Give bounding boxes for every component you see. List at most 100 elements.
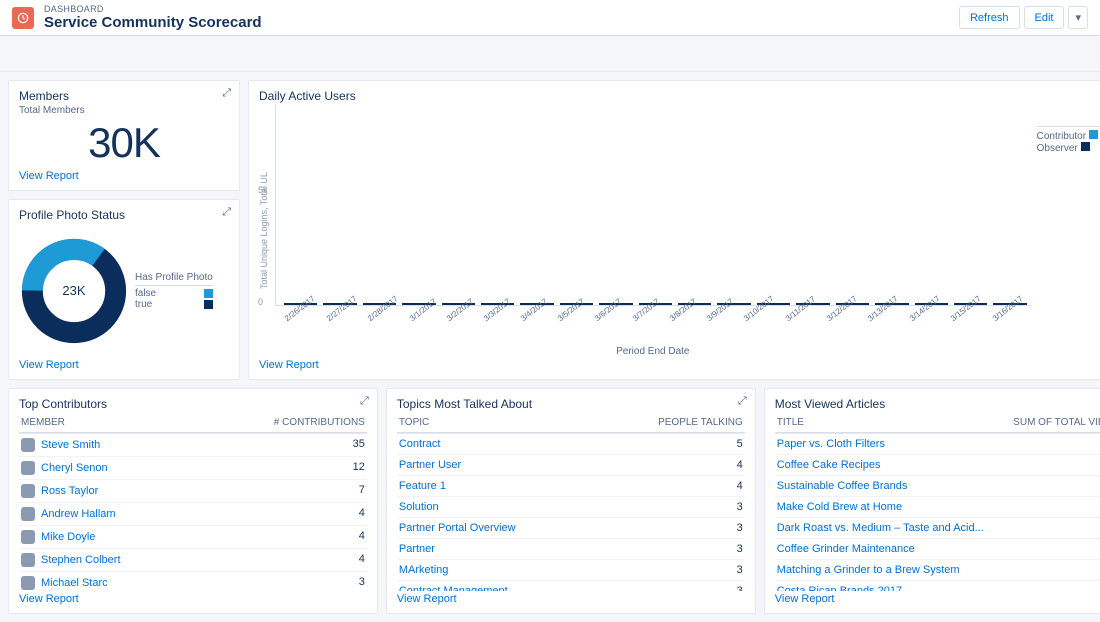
legend-contributor: Contributor <box>1037 131 1086 142</box>
table-row: Partner 3 <box>397 539 745 560</box>
view-report-link[interactable]: View Report <box>19 170 229 182</box>
row-link[interactable]: Dark Roast vs. Medium – Taste and Acid..… <box>777 522 984 534</box>
row-link[interactable]: Steve Smith <box>41 439 100 451</box>
table-row: Stephen Colbert4 <box>19 549 367 572</box>
table-row: Matching a Grinder to a Brew System6 <box>775 560 1100 581</box>
row-link[interactable]: Costa Rican Brands 2017 <box>777 585 902 591</box>
legend-true: true <box>135 299 152 310</box>
row-link[interactable]: Paper vs. Cloth Filters <box>777 438 885 450</box>
view-report-link[interactable]: View Report <box>775 593 1100 605</box>
dau-chart-card: ⤢ Daily Active Users Total Unique Logins… <box>248 80 1100 380</box>
row-link[interactable]: Contract <box>399 438 441 450</box>
view-report-link[interactable]: View Report <box>19 359 229 371</box>
table-row: Solution 3 <box>397 497 745 518</box>
more-actions-button[interactable]: ▾ <box>1068 6 1088 29</box>
table-row: Contract5 <box>397 434 745 455</box>
donut-chart: 23K <box>19 236 129 346</box>
avatar <box>21 438 35 452</box>
row-link[interactable]: Sustainable Coffee Brands <box>777 480 908 492</box>
view-report-link[interactable]: View Report <box>19 593 367 605</box>
chart-legend: Type Contributor Observer <box>1037 105 1100 357</box>
row-link[interactable]: Ross Taylor <box>41 485 98 497</box>
expand-icon[interactable]: ⤢ <box>222 87 231 100</box>
row-link[interactable]: Feature 1 <box>399 480 446 492</box>
table-row: Coffee Grinder Maintenance8 <box>775 539 1100 560</box>
contrib-title: Top Contributors <box>19 397 367 411</box>
legend-title: Type <box>1037 113 1100 127</box>
topics-title: Topics Most Talked About <box>397 397 745 411</box>
row-value: 4 <box>359 507 365 521</box>
page-header: DASHBOARD Service Community Scorecard Re… <box>0 0 1100 36</box>
y-tick: 0 <box>258 297 263 307</box>
row-link[interactable]: Cheryl Senon <box>41 462 108 474</box>
row-link[interactable]: Coffee Grinder Maintenance <box>777 543 915 555</box>
members-metric: 30K <box>19 120 229 166</box>
expand-icon[interactable]: ⤢ <box>360 395 369 408</box>
col-people: PEOPLE TALKING <box>658 417 743 428</box>
members-card: ⤢ Members Total Members 30K View Report <box>8 80 240 191</box>
row-value: 12 <box>353 461 365 475</box>
donut-legend: Has Profile Photo false true <box>135 272 213 310</box>
row-link[interactable]: Make Cold Brew at Home <box>777 501 902 513</box>
col-views: SUM OF TOTAL VIEWS <box>1013 417 1100 428</box>
avatar <box>21 530 35 544</box>
profile-title: Profile Photo Status <box>19 208 229 222</box>
table-row: Sustainable Coffee Brands10 <box>775 476 1100 497</box>
table-row: Cheryl Senon 12 <box>19 457 367 480</box>
row-link[interactable]: Matching a Grinder to a Brew System <box>777 564 960 576</box>
row-link[interactable]: Partner <box>399 543 435 555</box>
topics-card: ⤢ Topics Most Talked About TOPIC PEOPLE T… <box>386 388 756 614</box>
profile-photo-card: ⤢ Profile Photo Status 23K Has Profile P… <box>8 199 240 380</box>
col-topic: TOPIC <box>399 417 429 428</box>
row-link[interactable]: Solution <box>399 501 439 513</box>
legend-observer: Observer <box>1037 143 1078 154</box>
row-link[interactable]: Coffee Cake Recipes <box>777 459 881 471</box>
row-value: 7 <box>359 484 365 498</box>
bar-plot: 5k 0 <box>275 105 1031 306</box>
avatar <box>21 576 35 590</box>
table-row: Contract Management 3 <box>397 581 745 591</box>
header-kicker: DASHBOARD <box>44 4 949 14</box>
avatar <box>21 461 35 475</box>
articles-card: ⤢ Most Viewed Articles TITLESUM OF TOTAL… <box>764 388 1100 614</box>
row-value: 3 <box>737 501 743 513</box>
row-link[interactable]: Contract Management <box>399 585 508 591</box>
view-report-link[interactable]: View Report <box>259 359 1100 371</box>
expand-icon[interactable]: ⤢ <box>222 206 231 219</box>
table-row: Steve Smith 35 <box>19 434 367 457</box>
row-value: 3 <box>737 585 743 591</box>
members-title: Members <box>19 89 229 103</box>
row-link[interactable]: Michael Starc <box>41 577 108 589</box>
col-title: TITLE <box>777 417 804 428</box>
table-row: Michael Starc3 <box>19 572 367 591</box>
legend-false: false <box>135 288 156 299</box>
refresh-button[interactable]: Refresh <box>959 6 1020 29</box>
table-row: Partner User 4 <box>397 455 745 476</box>
expand-icon[interactable]: ⤢ <box>738 395 747 408</box>
y-axis-label: Total Unique Logins, Total UL <box>259 105 269 357</box>
table-row: Costa Rican Brands 20176 <box>775 581 1100 591</box>
row-link[interactable]: Partner User <box>399 459 461 471</box>
y-tick: 5k <box>258 185 268 195</box>
row-value: 4 <box>737 480 743 492</box>
row-value: 3 <box>737 522 743 534</box>
legend-title: Has Profile Photo <box>135 272 213 286</box>
row-link[interactable]: Mike Doyle <box>41 531 95 543</box>
row-value: 35 <box>353 438 365 452</box>
page-title: Service Community Scorecard <box>44 14 949 31</box>
members-subtitle: Total Members <box>19 105 229 116</box>
edit-button[interactable]: Edit <box>1024 6 1065 29</box>
row-link[interactable]: MArketing <box>399 564 449 576</box>
avatar <box>21 553 35 567</box>
row-link[interactable]: Stephen Colbert <box>41 554 121 566</box>
table-row: Coffee Cake Recipes14 <box>775 455 1100 476</box>
row-link[interactable]: Andrew Hallam <box>41 508 116 520</box>
donut-center-value: 23K <box>19 236 129 346</box>
app-logo-icon <box>12 7 34 29</box>
table-row: MArketing3 <box>397 560 745 581</box>
row-link[interactable]: Partner Portal Overview <box>399 522 516 534</box>
view-report-link[interactable]: View Report <box>397 593 745 605</box>
row-value: 4 <box>737 459 743 471</box>
row-value: 3 <box>737 543 743 555</box>
table-row: Mike Doyle4 <box>19 526 367 549</box>
